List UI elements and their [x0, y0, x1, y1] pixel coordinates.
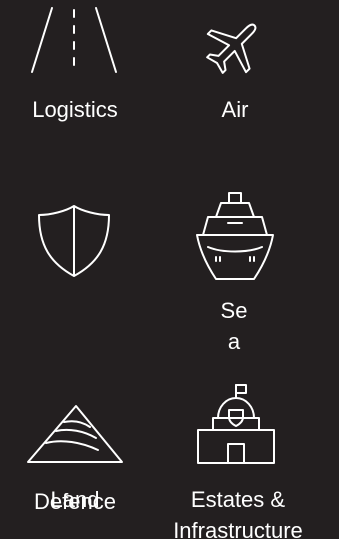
tile-air[interactable]: Air — [172, 0, 298, 130]
tile-estates-infrastructure[interactable]: Estates & Infrastructure — [158, 378, 318, 539]
tile-label: Estates & Infrastructure — [173, 487, 303, 539]
airplane-icon — [202, 14, 266, 78]
tile-label: Sea — [220, 298, 248, 354]
shield-icon — [36, 203, 112, 279]
ship-icon — [194, 191, 276, 283]
tile-defence[interactable]: Defence — [14, 195, 136, 514]
tile-logistics[interactable]: Logistics — [14, 0, 136, 130]
tile-sea[interactable]: Sea — [172, 185, 298, 360]
tile-label: Land — [50, 487, 100, 512]
tile-label: Logistics — [32, 97, 118, 122]
road-icon — [30, 4, 120, 74]
tile-land[interactable]: Land — [14, 395, 136, 525]
building-icon — [195, 382, 277, 466]
sector-grid: Logistics Air Defence Sea Land Estates &… — [0, 0, 339, 539]
land-terrain-icon — [26, 403, 124, 465]
tile-label: Air — [221, 97, 249, 122]
